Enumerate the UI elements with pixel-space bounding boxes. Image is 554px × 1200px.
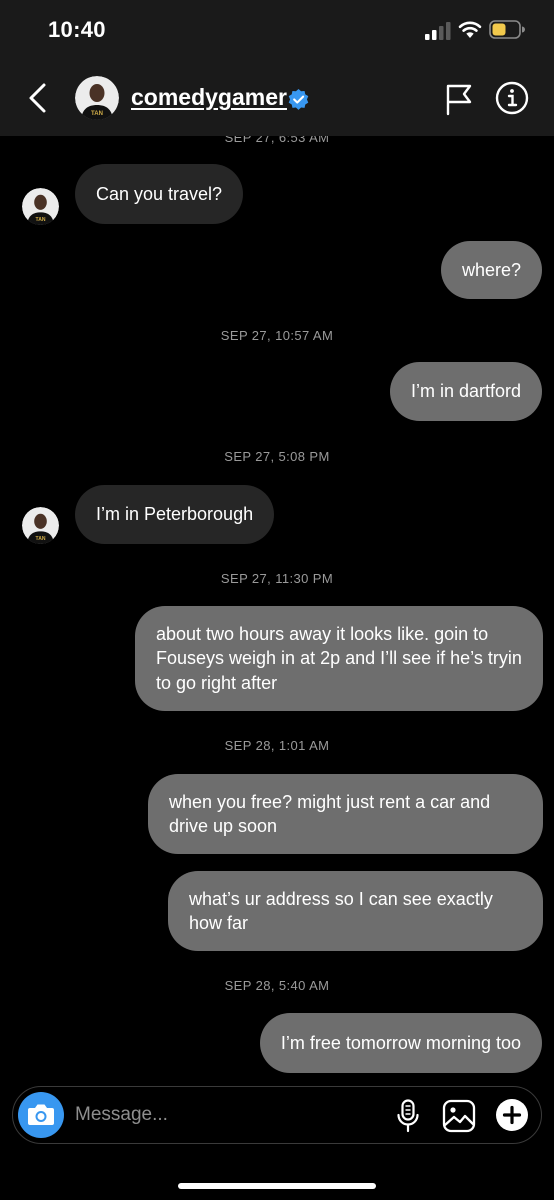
sender-avatar[interactable]: TAN bbox=[22, 188, 59, 225]
sent-message[interactable]: about two hours away it looks like. goin… bbox=[135, 606, 543, 711]
timestamp: SEP 27, 6:53 AM bbox=[224, 136, 330, 145]
plus-icon bbox=[502, 1105, 522, 1125]
timestamp: SEP 28, 5:40 AM bbox=[224, 978, 330, 993]
battery-icon bbox=[489, 20, 525, 39]
gallery-icon[interactable] bbox=[442, 1099, 476, 1133]
received-message[interactable]: Can you travel? bbox=[75, 164, 244, 224]
timestamp: SEP 28, 1:01 AM bbox=[224, 738, 330, 753]
signal-icon bbox=[425, 22, 451, 40]
timestamp: SEP 27, 10:57 AM bbox=[220, 328, 334, 343]
sent-message[interactable]: what’s ur address so I can see exactly h… bbox=[168, 871, 543, 951]
microphone-icon[interactable] bbox=[396, 1099, 420, 1133]
timestamp: SEP 27, 5:08 PM bbox=[224, 449, 330, 464]
chat-header: TAN comedygamer bbox=[0, 62, 554, 136]
back-chevron-icon[interactable] bbox=[24, 80, 52, 116]
camera-button[interactable] bbox=[18, 1092, 64, 1138]
svg-text:TAN: TAN bbox=[91, 111, 103, 117]
wifi-icon bbox=[458, 21, 482, 38]
status-bar: 10:40 bbox=[0, 0, 554, 62]
flag-icon[interactable] bbox=[444, 82, 474, 116]
timestamp: SEP 27, 11:30 PM bbox=[220, 571, 334, 586]
header-username[interactable]: comedygamer bbox=[131, 84, 287, 111]
header-avatar[interactable]: TAN bbox=[75, 76, 119, 120]
verified-badge-icon bbox=[288, 88, 309, 110]
sent-message[interactable]: I’m free tomorrow morning too bbox=[259, 1013, 542, 1073]
message-thread[interactable]: SEP 27, 6:53 AM TAN Can you travel? wher… bbox=[0, 136, 554, 1086]
received-message[interactable]: I’m in Peterborough bbox=[75, 485, 275, 544]
svg-text:TAN: TAN bbox=[36, 536, 46, 542]
info-icon[interactable] bbox=[495, 81, 529, 115]
message-composer bbox=[12, 1086, 542, 1144]
status-time: 10:40 bbox=[48, 17, 106, 42]
sender-avatar[interactable]: TAN bbox=[22, 507, 59, 544]
sent-message[interactable]: when you free? might just rent a car and… bbox=[148, 774, 543, 854]
camera-icon bbox=[28, 1104, 54, 1125]
sent-message[interactable]: I’m in dartford bbox=[389, 362, 542, 421]
plus-button[interactable] bbox=[496, 1099, 528, 1131]
sent-message[interactable]: where? bbox=[440, 241, 542, 299]
svg-text:TAN: TAN bbox=[36, 217, 46, 223]
message-input[interactable] bbox=[75, 1095, 375, 1135]
home-indicator[interactable] bbox=[178, 1183, 376, 1189]
